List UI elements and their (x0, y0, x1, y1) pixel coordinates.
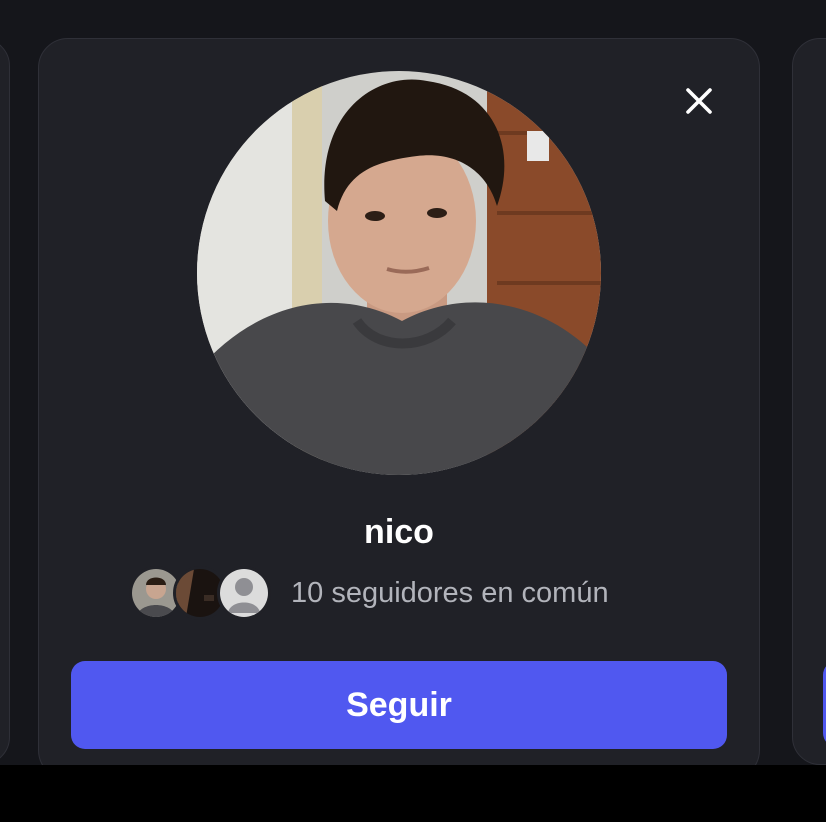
next-suggestion-card[interactable] (792, 38, 826, 765)
suggestion-card: nico 10 seguidores en común Seguir (38, 38, 760, 780)
bottom-bar (0, 765, 826, 822)
default-avatar-icon (217, 566, 271, 620)
follow-button[interactable]: Seguir (71, 661, 727, 749)
profile-avatar[interactable] (197, 71, 601, 475)
suggestions-carousel: nico 10 seguidores en común Seguir (0, 0, 826, 822)
close-icon (686, 88, 712, 114)
previous-suggestion-card[interactable] (0, 38, 10, 765)
mutual-followers-text: 10 seguidores en común (291, 576, 609, 609)
close-button[interactable] (679, 81, 719, 121)
mutual-followers[interactable]: 10 seguidores en común (129, 563, 609, 623)
profile-username[interactable]: nico (39, 513, 759, 552)
